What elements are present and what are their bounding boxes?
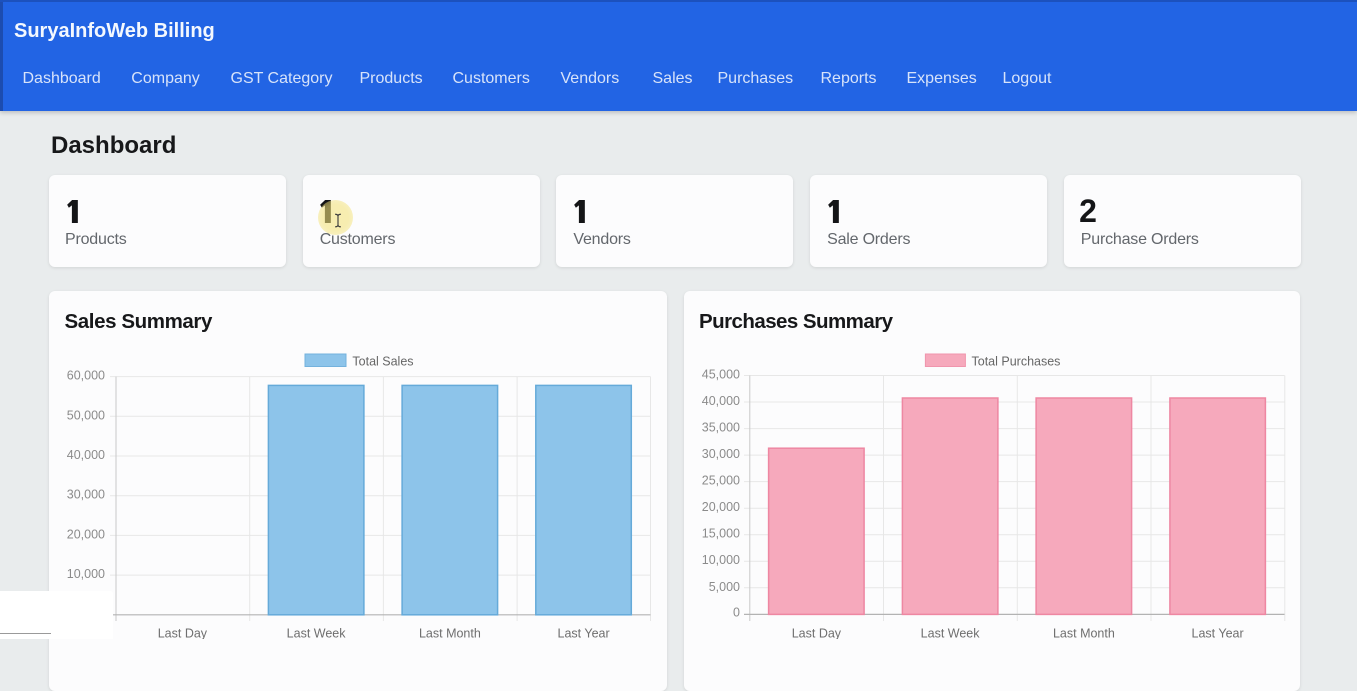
svg-text:Last Day: Last Day: [792, 627, 842, 640]
svg-text:Last Month: Last Month: [419, 627, 481, 640]
svg-text:Last Day: Last Day: [158, 627, 208, 640]
svg-text:20,000: 20,000: [67, 527, 105, 541]
svg-text:Last Month: Last Month: [1053, 627, 1115, 640]
svg-text:50,000: 50,000: [67, 408, 105, 422]
svg-text:30,000: 30,000: [702, 447, 740, 461]
svg-text:Last Week: Last Week: [287, 627, 347, 640]
svg-text:35,000: 35,000: [702, 421, 740, 435]
svg-text:Last Year: Last Year: [1192, 627, 1244, 640]
svg-text:40,000: 40,000: [702, 394, 740, 408]
svg-text:10,000: 10,000: [67, 567, 105, 581]
svg-text:15,000: 15,000: [702, 527, 740, 541]
svg-text:10,000: 10,000: [702, 553, 740, 567]
svg-text:0: 0: [733, 606, 740, 620]
svg-text:40,000: 40,000: [67, 448, 105, 462]
svg-text:60,000: 60,000: [67, 369, 105, 383]
svg-text:Total Sales: Total Sales: [352, 355, 413, 369]
svg-text:45,000: 45,000: [702, 368, 740, 382]
svg-text:Total Purchases: Total Purchases: [972, 355, 1061, 369]
svg-text:30,000: 30,000: [67, 488, 105, 502]
svg-text:25,000: 25,000: [702, 474, 740, 488]
svg-text:20,000: 20,000: [702, 500, 740, 514]
svg-text:Last Week: Last Week: [921, 627, 981, 640]
svg-text:5,000: 5,000: [709, 580, 740, 594]
svg-text:Last Year: Last Year: [558, 627, 610, 640]
